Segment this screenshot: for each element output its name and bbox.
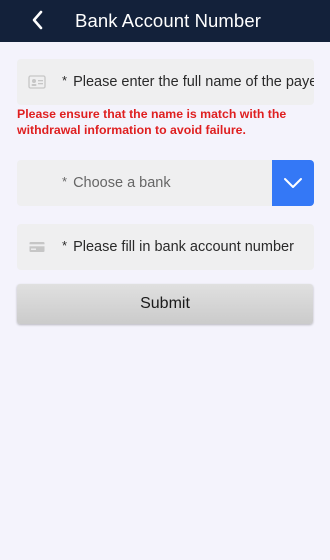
page-title: Bank Account Number: [75, 10, 261, 31]
chevron-left-icon: [32, 10, 43, 30]
account-number-placeholder: Please fill in bank account number: [73, 239, 294, 255]
required-mark: *: [62, 73, 68, 88]
credit-card-icon: [29, 242, 45, 252]
payee-name-placeholder: Please enter the full name of the payee: [73, 74, 314, 90]
submit-button[interactable]: Submit: [17, 284, 313, 324]
required-mark: *: [62, 174, 68, 189]
bank-select-field[interactable]: * Choose a bank: [17, 160, 314, 206]
account-number-input[interactable]: * Please fill in bank account number: [62, 224, 314, 270]
id-card-icon: [28, 75, 46, 89]
chevron-down-icon: [284, 178, 302, 188]
payee-name-field[interactable]: * Please enter the full name of the payee: [17, 59, 314, 105]
back-button[interactable]: [26, 8, 50, 32]
required-mark: *: [62, 238, 68, 253]
top-app-bar: Bank Account Number: [0, 0, 330, 42]
payee-name-input[interactable]: * Please enter the full name of the payee: [62, 59, 314, 105]
name-warning-text: Please ensure that the name is match wit…: [17, 107, 287, 137]
account-number-field[interactable]: * Please fill in bank account number: [17, 224, 314, 270]
bank-select-placeholder: Choose a bank: [73, 175, 171, 191]
bank-dropdown-button[interactable]: [272, 160, 314, 206]
